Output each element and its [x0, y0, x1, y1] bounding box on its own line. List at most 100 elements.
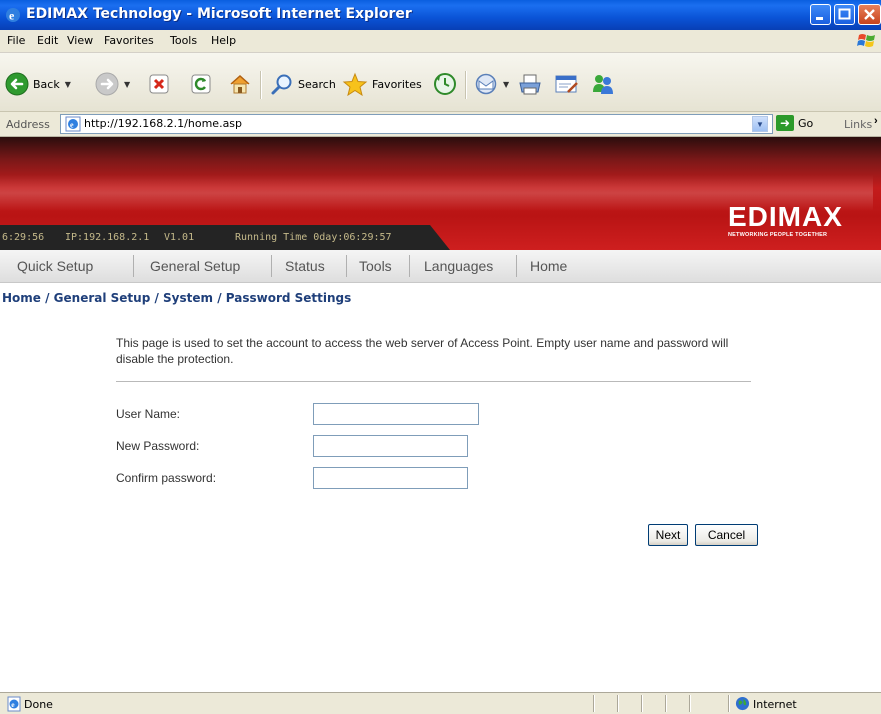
history-icon	[434, 73, 456, 95]
back-label: Back	[33, 77, 60, 91]
chevron-down-icon[interactable]: ▼	[503, 80, 509, 89]
minimize-button[interactable]	[810, 4, 831, 25]
maximize-icon	[838, 8, 851, 20]
toolbar-separator	[260, 71, 262, 99]
stop-button[interactable]	[148, 71, 170, 97]
running-time: Running Time 0day:06:29:57	[235, 232, 392, 243]
menu-favorites[interactable]: Favorites	[104, 34, 154, 47]
user-name-label: User Name:	[116, 407, 181, 421]
go-arrow-icon: ➜	[776, 115, 794, 131]
mail-icon	[475, 73, 497, 95]
forward-button[interactable]: ▼	[95, 71, 130, 97]
messenger-icon	[593, 75, 613, 94]
chevron-down-icon[interactable]: ▼	[65, 80, 71, 89]
favorites-button[interactable]: Favorites	[342, 71, 422, 97]
security-zone: Internet	[753, 698, 797, 711]
chevron-right-icon[interactable]: ›	[874, 115, 878, 127]
mail-button[interactable]: ▼	[474, 71, 509, 97]
nav-home[interactable]: Home	[530, 258, 567, 274]
windows-flag-icon	[857, 34, 875, 47]
nav-tools[interactable]: Tools	[359, 258, 392, 274]
printer-icon	[519, 74, 541, 95]
new-password-input[interactable]	[313, 435, 468, 457]
divider	[116, 381, 751, 382]
web-page: 6:29:56 IP:192.168.2.1 V1.01 Running Tim…	[0, 137, 881, 692]
search-button[interactable]: Search	[270, 71, 336, 97]
go-button[interactable]: ➜ Go	[776, 115, 813, 131]
forward-arrow-icon	[95, 72, 119, 96]
nav-separator	[346, 255, 347, 277]
star-icon	[342, 72, 368, 96]
nav-separator	[133, 255, 134, 277]
page-done-icon: e	[7, 696, 21, 712]
nav-separator	[271, 255, 272, 277]
toolbar-separator	[465, 71, 467, 99]
search-label: Search	[298, 77, 336, 91]
status-pane-divider	[728, 695, 730, 712]
nav-status[interactable]: Status	[285, 258, 325, 274]
menu-tools[interactable]: Tools	[170, 34, 197, 47]
logo-wordmark: EDIMAX	[728, 201, 843, 232]
user-name-input[interactable]	[313, 403, 479, 425]
cancel-button[interactable]: Cancel	[695, 524, 758, 546]
nav-separator	[516, 255, 517, 277]
confirm-password-input[interactable]	[313, 467, 468, 489]
home-button[interactable]	[228, 71, 252, 97]
address-bar: Address e http://192.168.2.1/home.asp ▼ …	[0, 112, 881, 137]
favorites-label: Favorites	[372, 77, 422, 91]
nav-languages[interactable]: Languages	[424, 258, 493, 274]
edit-page-icon	[555, 75, 578, 93]
new-password-label: New Password:	[116, 439, 200, 453]
refresh-button[interactable]	[190, 71, 212, 97]
menu-file[interactable]: File	[7, 34, 25, 47]
address-url: http://192.168.2.1/home.asp	[84, 117, 243, 130]
globe-icon	[735, 696, 750, 711]
stop-icon	[149, 74, 169, 94]
history-button[interactable]	[433, 71, 457, 97]
search-icon	[271, 74, 292, 95]
address-input[interactable]: e http://192.168.2.1/home.asp ▼	[60, 114, 773, 134]
window-title: EDIMAX Technology - Microsoft Internet E…	[26, 6, 412, 22]
page-icon: e	[65, 116, 81, 132]
browser-status-bar: e Done Internet	[0, 692, 881, 714]
device-status-strip: 6:29:56 IP:192.168.2.1 V1.01 Running Tim…	[0, 225, 450, 250]
menu-view[interactable]: View	[67, 34, 93, 47]
nav-quick-setup[interactable]: Quick Setup	[17, 258, 93, 274]
refresh-icon	[191, 74, 211, 94]
status-pane-divider	[641, 695, 643, 712]
status-text: Done	[24, 698, 53, 711]
status-pane-divider	[665, 695, 667, 712]
next-button[interactable]: Next	[648, 524, 688, 546]
ie-icon: e	[6, 8, 20, 23]
edit-button[interactable]	[554, 71, 580, 97]
menu-help[interactable]: Help	[211, 34, 236, 47]
back-button[interactable]: Back ▼	[5, 71, 71, 97]
back-arrow-icon	[5, 72, 29, 96]
minimize-icon	[816, 17, 823, 20]
firmware-version: V1.01	[164, 232, 195, 243]
messenger-button[interactable]	[590, 71, 616, 97]
menu-edit[interactable]: Edit	[37, 34, 58, 47]
nav-separator	[409, 255, 410, 277]
address-label: Address	[6, 118, 50, 131]
status-pane-divider	[689, 695, 691, 712]
chevron-down-icon[interactable]: ▼	[752, 116, 768, 132]
svg-text:e: e	[70, 121, 74, 130]
links-button[interactable]: Links	[844, 118, 872, 131]
main-nav: Quick Setup General Setup Status Tools L…	[0, 250, 881, 283]
print-button[interactable]	[517, 71, 543, 97]
go-label: Go	[798, 116, 814, 130]
device-ip: IP:192.168.2.1	[65, 232, 150, 243]
router-banner: 6:29:56 IP:192.168.2.1 V1.01 Running Tim…	[0, 137, 881, 250]
toolbar: Back ▼ ▼ Search Favorites ▼	[0, 53, 881, 112]
page-description: This page is used to set the account to …	[116, 336, 729, 366]
home-icon	[230, 74, 250, 94]
chevron-down-icon[interactable]: ▼	[124, 80, 130, 89]
status-pane-divider	[593, 695, 595, 712]
menu-bar: File Edit View Favorites Tools Help	[0, 30, 881, 53]
close-icon	[864, 9, 875, 20]
maximize-button[interactable]	[834, 4, 855, 25]
close-button[interactable]	[858, 4, 881, 25]
status-pane-divider	[617, 695, 619, 712]
nav-general-setup[interactable]: General Setup	[150, 258, 240, 274]
